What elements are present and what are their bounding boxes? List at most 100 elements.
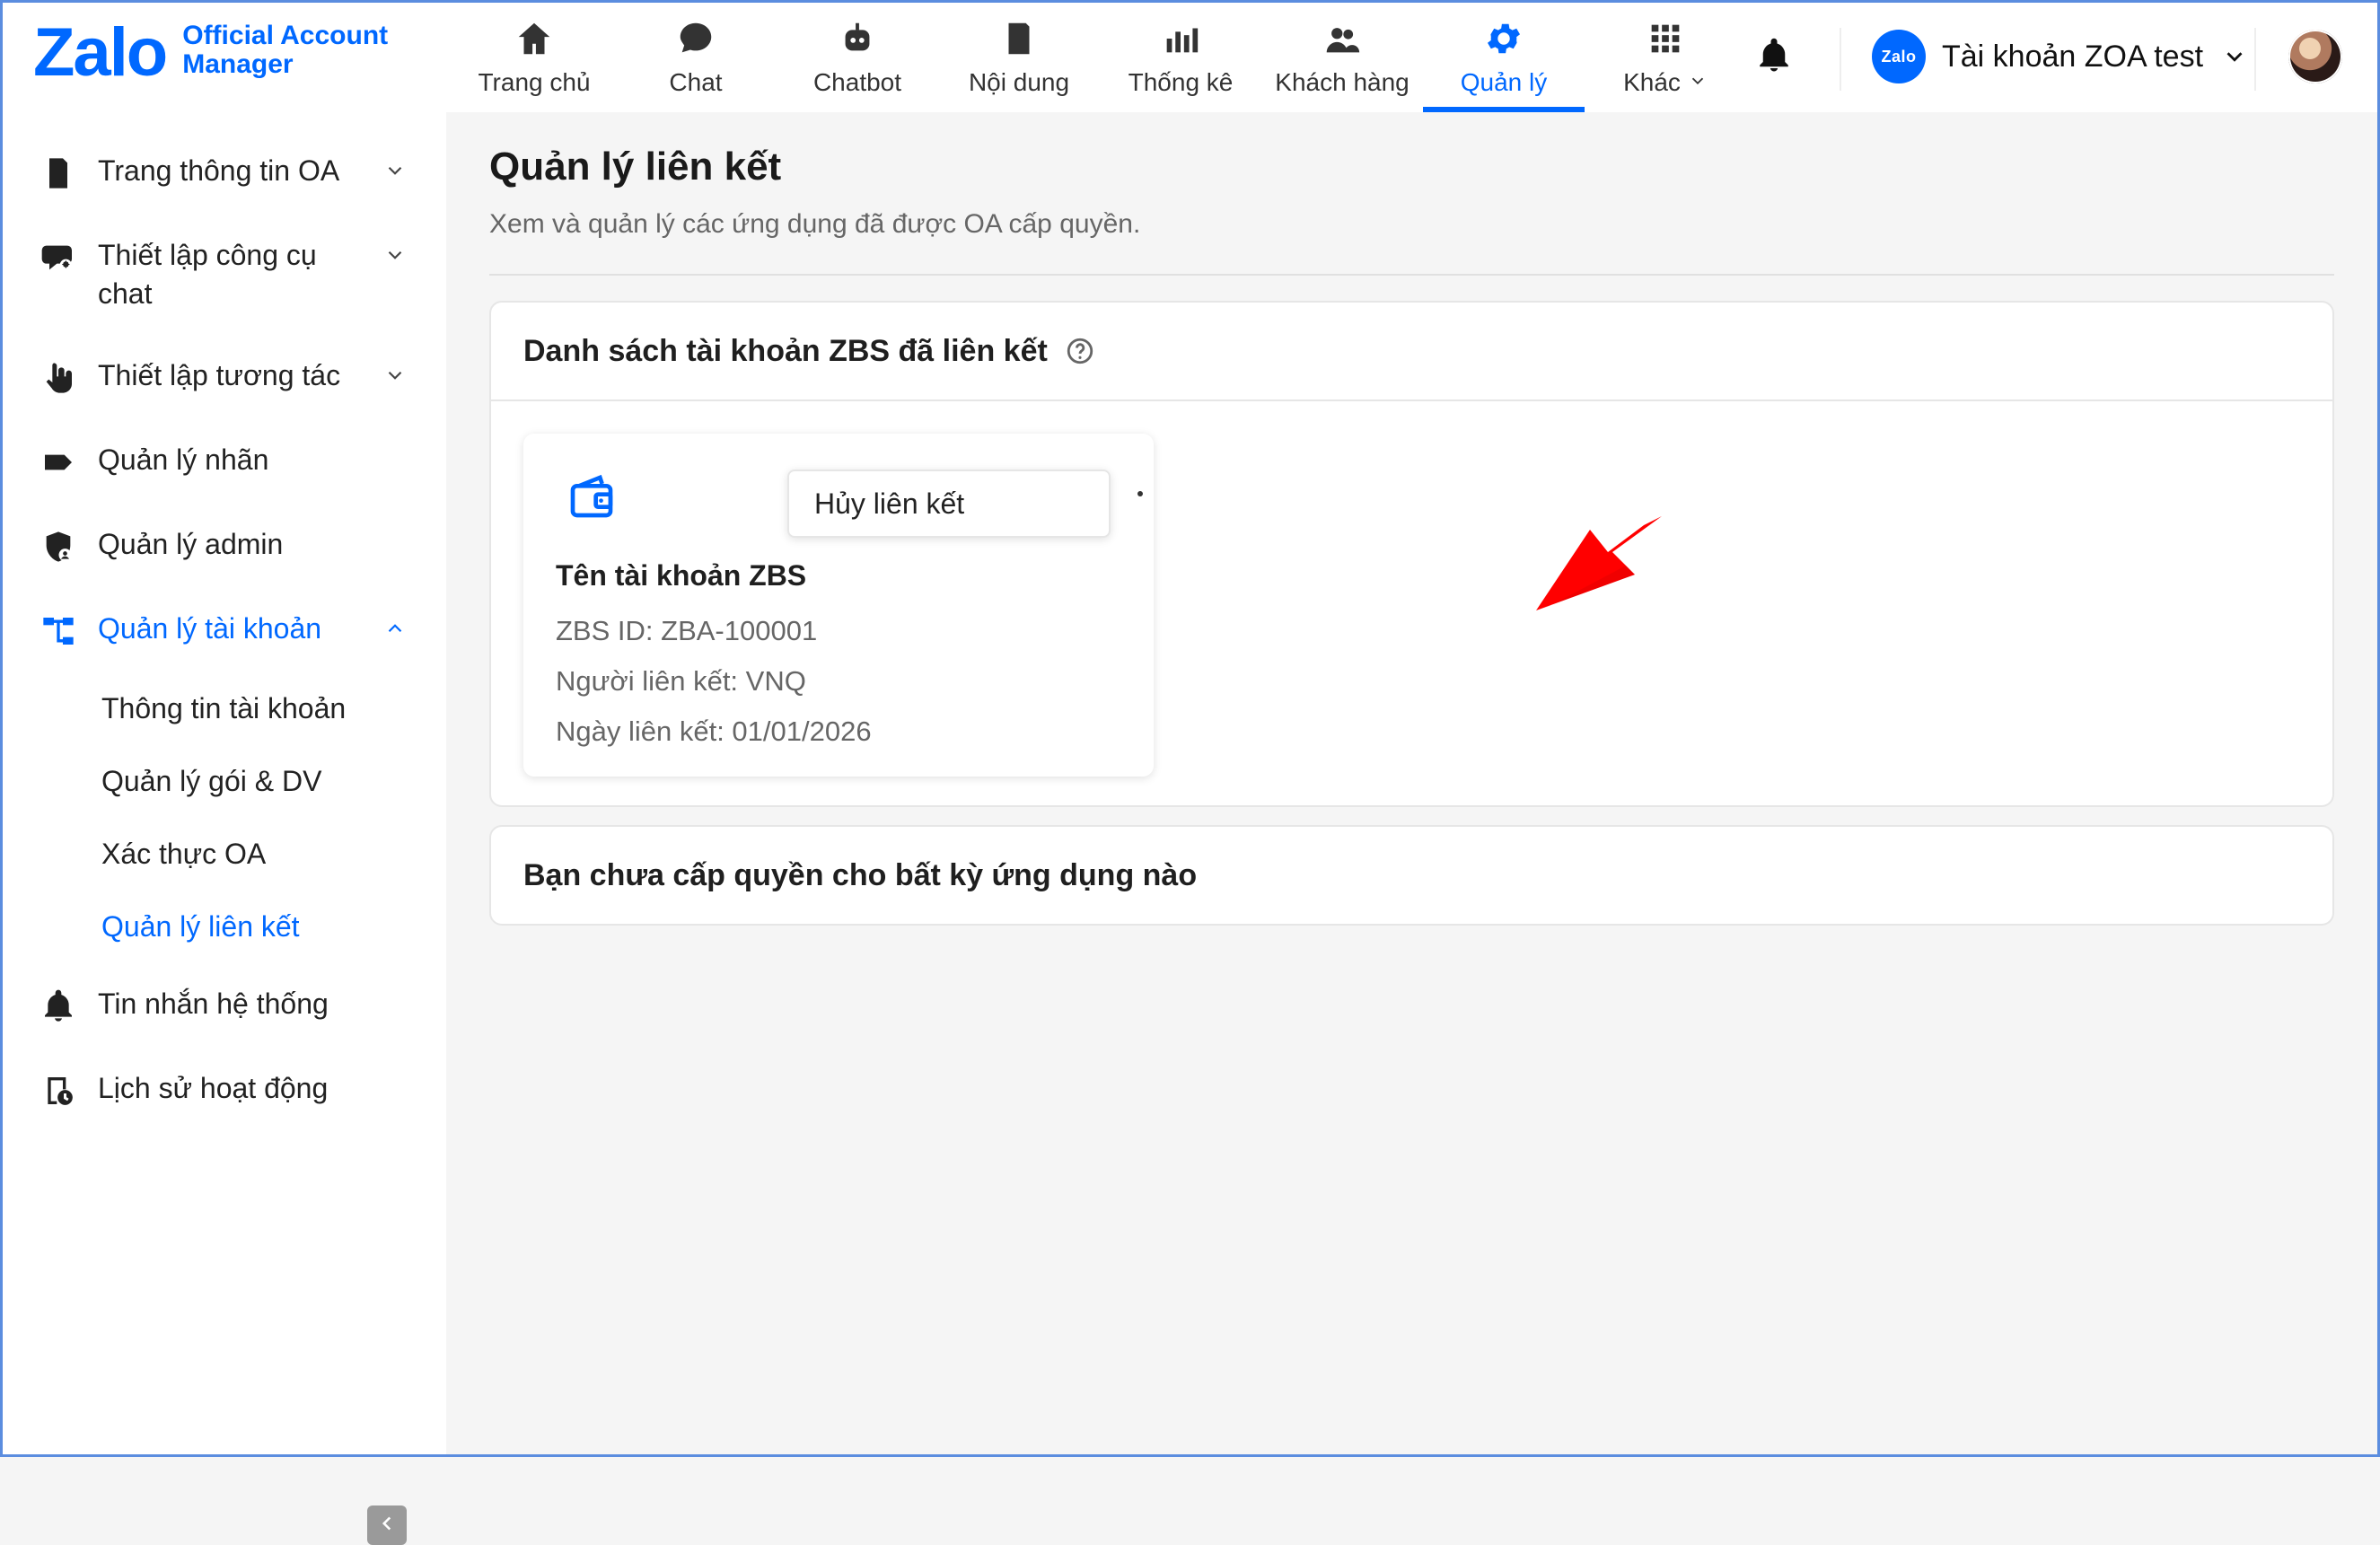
gear-icon xyxy=(1483,18,1524,59)
chevron-down-icon xyxy=(2219,41,2250,72)
sidebar-item-accounts[interactable]: Quản lý tài khoản xyxy=(3,588,446,672)
account-switcher[interactable]: Zalo Tài khoản ZOA test xyxy=(1872,30,2250,83)
nav-content[interactable]: Nội dung xyxy=(938,3,1100,112)
nav-content-label: Nội dung xyxy=(968,68,1070,96)
linked-zbs-accounts-title: Danh sách tài khoản ZBS đã liên kết xyxy=(523,333,1048,368)
nav-manage-label: Quản lý xyxy=(1460,68,1548,96)
nav-stats-label: Thống kê xyxy=(1128,68,1234,96)
bell-icon xyxy=(39,987,78,1026)
wallet-icon xyxy=(566,471,617,522)
sidebar-collapse-button[interactable] xyxy=(367,1505,407,1545)
main-content: Quản lý liên kết Xem và quản lý các ứng … xyxy=(446,112,2377,1454)
zbs-account-card[interactable]: Hủy liên kết Tên tài khoản ZBS ZBS ID: Z… xyxy=(523,434,1154,777)
chevron-left-icon xyxy=(375,1512,399,1540)
header-divider xyxy=(1840,28,1841,91)
logo-subtitle: Official Account Manager xyxy=(182,22,388,78)
user-avatar[interactable] xyxy=(2288,30,2342,83)
account-badge: Zalo xyxy=(1872,30,1926,83)
section-divider xyxy=(489,274,2334,276)
sidebar-subitem-label: Xác thực OA xyxy=(101,838,267,871)
bell-icon xyxy=(1755,37,1793,79)
chevron-down-icon xyxy=(380,155,410,186)
account-name: Tài khoản ZOA test xyxy=(1942,39,2204,74)
chevron-up-icon xyxy=(380,613,410,644)
nav-home-label: Trang chủ xyxy=(478,68,591,96)
nav-chat-label: Chat xyxy=(669,68,723,96)
content-icon xyxy=(998,18,1040,59)
nav-home[interactable]: Trang chủ xyxy=(453,3,615,112)
sidebar-subitem-links[interactable]: Quản lý liên kết xyxy=(21,885,446,970)
notifications-button[interactable] xyxy=(1755,37,1793,79)
apps-icon xyxy=(1645,18,1686,59)
sidebar-item-chat-tools[interactable]: Thiết lập công cụ chat xyxy=(3,215,446,335)
top-nav: Trang chủ Chat Chatbot Nội dung Thống kê… xyxy=(453,3,1746,112)
brand-logo[interactable]: Zalo Official Account Manager xyxy=(33,19,388,87)
top-header: Zalo Official Account Manager Trang chủ … xyxy=(3,3,2377,114)
sidebar-item-label: Tin nhắn hệ thống xyxy=(98,988,329,1021)
zbs-account-id: ZBS ID: ZBA-100001 xyxy=(556,615,818,646)
logo-zalo-text: Zalo xyxy=(33,14,168,91)
nav-more[interactable]: Khác xyxy=(1585,3,1746,112)
shield-user-icon xyxy=(39,527,78,566)
chevron-down-icon xyxy=(380,360,410,391)
nav-manage[interactable]: Quản lý xyxy=(1423,3,1585,112)
linked-zbs-accounts-header: Danh sách tài khoản ZBS đã liên kết xyxy=(491,303,2332,401)
sidebar-item-label: Thiết lập công cụ chat xyxy=(98,239,317,311)
sidebar-item-interaction[interactable]: Thiết lập tương tác xyxy=(3,335,446,419)
nav-chatbot-label: Chatbot xyxy=(812,68,902,96)
no-authorized-apps-panel: Bạn chưa cấp quyền cho bất kỳ ứng dụng n… xyxy=(489,825,2334,926)
sidebar-item-label: Lịch sử hoạt động xyxy=(98,1072,329,1105)
sidebar-item-system-msgs[interactable]: Tin nhắn hệ thống xyxy=(3,963,446,1048)
nav-customers-label: Khách hàng xyxy=(1275,68,1410,96)
sidebar-item-label: Quản lý nhãn xyxy=(98,443,269,477)
tag-icon xyxy=(39,443,78,482)
sidebar-item-oa-info[interactable]: Trang thông tin OA xyxy=(3,130,446,215)
sidebar-item-labels[interactable]: Quản lý nhãn xyxy=(3,419,446,504)
sidebar-item-label: Quản lý tài khoản xyxy=(98,612,322,645)
history-icon xyxy=(39,1071,78,1110)
sidebar-subitem-verify[interactable]: Xác thực OA xyxy=(101,818,446,891)
linked-zbs-accounts-panel: Danh sách tài khoản ZBS đã liên kết Hủy … xyxy=(489,301,2334,807)
home-icon xyxy=(514,18,555,59)
zbs-card-menu: Hủy liên kết xyxy=(787,470,1111,538)
app-window: Zalo Official Account Manager Trang chủ … xyxy=(0,0,2380,1545)
sidebar-item-label: Quản lý admin xyxy=(98,528,284,561)
nav-more-label-wrap: Khác xyxy=(1623,68,1708,97)
help-icon[interactable] xyxy=(1064,335,1096,367)
customers-icon xyxy=(1322,18,1363,59)
chat-settings-icon xyxy=(39,238,78,277)
sidebar-subitem-label: Thông tin tài khoản xyxy=(101,692,347,725)
sidebar-item-activity[interactable]: Lịch sử hoạt động xyxy=(3,1048,446,1132)
sidebar-subitem-label: Quản lý liên kết xyxy=(101,910,300,944)
no-authorized-apps-title: Bạn chưa cấp quyền cho bất kỳ ứng dụng n… xyxy=(523,857,1198,892)
chevron-down-icon xyxy=(1688,68,1708,97)
more-options-icon[interactable] xyxy=(1137,491,1143,496)
zbs-linked-by: Người liên kết: VNQ xyxy=(556,665,806,697)
page-subtitle: Xem và quản lý các ứng dụng đã được OA c… xyxy=(489,209,1141,239)
nav-chat[interactable]: Chat xyxy=(615,3,777,112)
stats-icon xyxy=(1160,18,1201,59)
chatbot-icon xyxy=(837,18,878,59)
sidebar-subitem-acct-info[interactable]: Thông tin tài khoản xyxy=(101,672,446,745)
sidebar-subitems: Thông tin tài khoản Quản lý gói & DV Xác… xyxy=(3,672,446,970)
red-pointer-arrow-icon xyxy=(1536,516,1662,610)
logo-subtitle-line1: Official Account xyxy=(182,21,389,50)
logo-subtitle-line2: Manager xyxy=(182,48,294,79)
nav-stats[interactable]: Thống kê xyxy=(1100,3,1261,112)
sidebar-list: Trang thông tin OA Thiết lập công cụ cha… xyxy=(3,130,446,1132)
sidebar-subitem-plans[interactable]: Quản lý gói & DV xyxy=(101,745,446,818)
hierarchy-icon xyxy=(39,611,78,651)
nav-chatbot[interactable]: Chatbot xyxy=(777,3,938,112)
sidebar-item-admins[interactable]: Quản lý admin xyxy=(3,504,446,588)
header-divider-2 xyxy=(2254,28,2256,91)
sidebar: Trang thông tin OA Thiết lập công cụ cha… xyxy=(3,112,448,1545)
nav-customers[interactable]: Khách hàng xyxy=(1261,3,1423,112)
sidebar-item-label: Thiết lập tương tác xyxy=(98,359,341,392)
unlink-menu-item[interactable]: Hủy liên kết xyxy=(814,487,964,521)
tap-icon xyxy=(39,358,78,398)
chevron-down-icon xyxy=(380,240,410,270)
zbs-linked-date: Ngày liên kết: 01/01/2026 xyxy=(556,715,872,747)
zbs-account-name: Tên tài khoản ZBS xyxy=(556,559,807,592)
chat-icon xyxy=(675,18,716,59)
document-icon xyxy=(39,154,78,193)
